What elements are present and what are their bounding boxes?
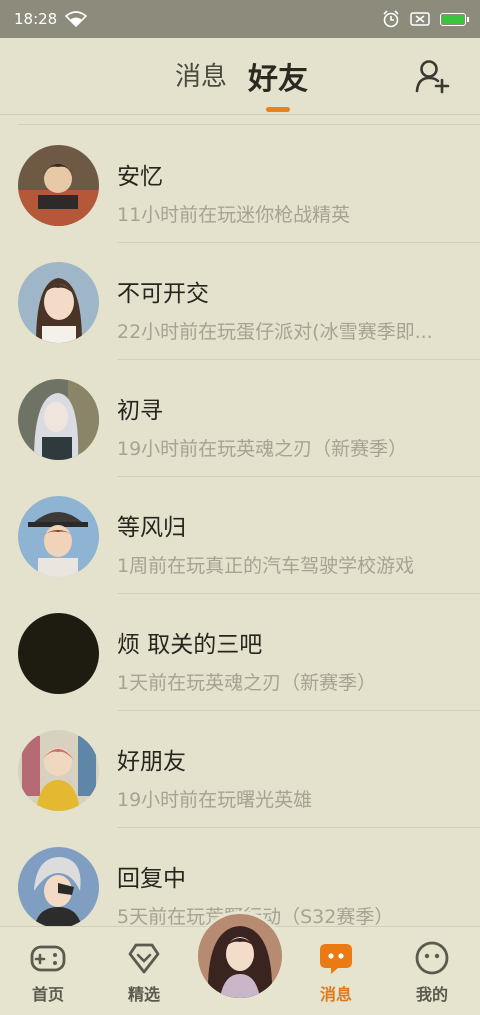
friend-activity: 1天前在玩英魂之刃（新赛季） [117, 672, 377, 694]
chat-bubble-icon [318, 940, 354, 976]
wifi-icon [65, 11, 88, 27]
avatar[interactable] [18, 262, 99, 343]
avatar[interactable] [18, 613, 99, 694]
battery-icon [440, 12, 469, 26]
friend-name: 初寻 [117, 398, 163, 424]
friend-name: 不可开交 [117, 281, 209, 307]
gamepad-icon [30, 940, 66, 976]
friend-name: 烦 取关的三吧 [117, 632, 263, 658]
top-header: 消息 好友 [0, 38, 480, 115]
add-friend-icon[interactable] [414, 58, 450, 94]
status-bar: 18:28 [0, 0, 480, 38]
nav-messages[interactable]: 消息 [288, 927, 384, 1015]
friend-item[interactable]: 回复中 5天前在玩荒野行动（S32赛季） [0, 828, 480, 926]
center-avatar-button[interactable] [198, 914, 282, 998]
friend-name: 好朋友 [117, 749, 186, 775]
status-time: 18:28 [14, 10, 58, 28]
friend-item[interactable]: 烦 取关的三吧 1天前在玩英魂之刃（新赛季） [0, 594, 480, 711]
tab-messages[interactable]: 消息 [175, 56, 227, 93]
nav-home[interactable]: 首页 [0, 927, 96, 1015]
friend-item[interactable]: 初寻 19小时前在玩英魂之刃（新赛季） [0, 360, 480, 477]
nav-home-label: 首页 [31, 985, 64, 1004]
diamond-heart-icon [126, 940, 162, 976]
friend-item[interactable]: 等风归 1周前在玩真正的汽车驾驶学校游戏 [0, 477, 480, 594]
friend-activity: 19小时前在玩英魂之刃（新赛季） [117, 438, 408, 460]
friend-activity: 1周前在玩真正的汽车驾驶学校游戏 [117, 555, 415, 577]
friend-item[interactable]: 不可开交 22小时前在玩蛋仔派对(冰雪赛季即... [0, 243, 480, 360]
alarm-icon [382, 10, 400, 28]
friend-activity: 5天前在玩荒野行动（S32赛季） [117, 902, 462, 926]
nav-messages-label: 消息 [319, 985, 352, 1004]
friend-item[interactable]: 好朋友 19小时前在玩曙光英雄 [0, 711, 480, 828]
avatar[interactable] [18, 496, 99, 577]
avatar[interactable] [18, 847, 99, 926]
nav-mine-label: 我的 [415, 985, 448, 1004]
friend-activity: 22小时前在玩蛋仔派对(冰雪赛季即... [117, 321, 433, 343]
friend-activity: 11小时前在玩迷你枪战精英 [117, 204, 351, 226]
avatar[interactable] [18, 379, 99, 460]
nav-mine[interactable]: 我的 [384, 927, 480, 1015]
nav-featured[interactable]: 精选 [96, 927, 192, 1015]
friend-name: 安忆 [117, 164, 163, 190]
divider [18, 124, 480, 125]
nav-featured-label: 精选 [127, 985, 160, 1004]
friend-list[interactable]: 安忆 11小时前在玩迷你枪战精英 不可开交 22小时前在玩蛋仔派对(冰雪赛季即.… [0, 124, 480, 926]
friend-name: 回复中 [117, 866, 186, 892]
active-tab-indicator [266, 107, 290, 112]
friend-name: 等风归 [117, 515, 186, 541]
avatar[interactable] [18, 145, 99, 226]
no-sim-icon [410, 11, 430, 27]
smiley-face-icon [414, 940, 450, 976]
friend-item[interactable]: 安忆 11小时前在玩迷你枪战精英 [0, 126, 480, 243]
tab-friends[interactable]: 好友 [248, 54, 308, 98]
avatar[interactable] [18, 730, 99, 811]
friend-activity: 19小时前在玩曙光英雄 [117, 789, 313, 811]
